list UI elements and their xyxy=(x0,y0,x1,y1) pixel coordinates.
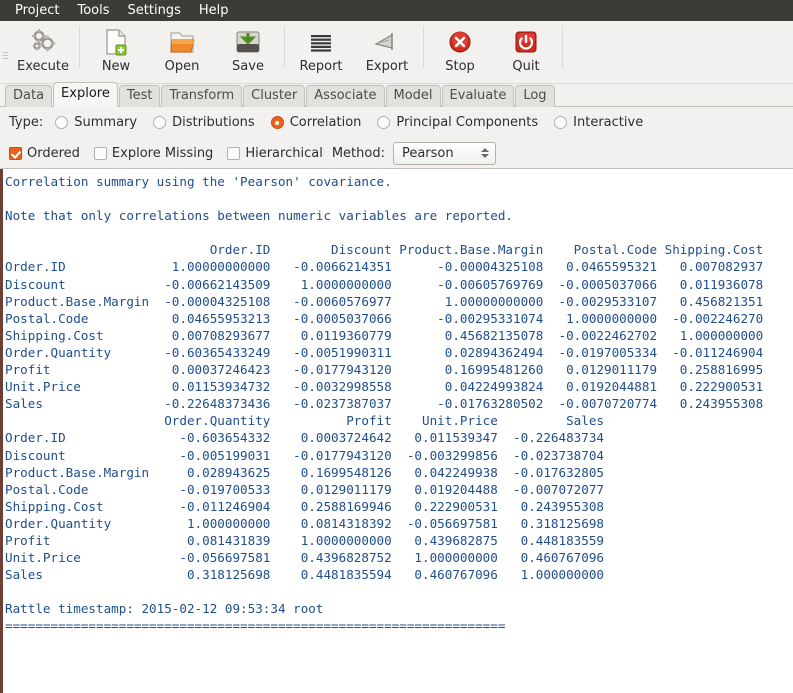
radio-interactive-label: Interactive xyxy=(573,115,644,130)
method-label: Method: xyxy=(331,145,385,161)
radio-interactive-indicator xyxy=(554,116,568,129)
tab-evaluate[interactable]: Evaluate xyxy=(441,85,515,107)
tab-log[interactable]: Log xyxy=(515,85,555,107)
spinner-icon xyxy=(479,148,491,158)
stop-button[interactable]: Stop xyxy=(427,21,493,81)
toolbar-separator-2 xyxy=(284,26,285,68)
toolbar-grip[interactable] xyxy=(0,21,10,83)
checkbox-explore-missing-label: Explore Missing xyxy=(111,145,214,161)
checkbox-ordered[interactable]: Ordered xyxy=(9,146,80,161)
new-document-icon xyxy=(100,27,132,57)
execute-label: Execute xyxy=(17,59,69,74)
quit-button[interactable]: Quit xyxy=(493,21,559,81)
export-button[interactable]: Export xyxy=(354,21,420,81)
gears-icon xyxy=(27,27,59,57)
method-select-value: Pearson xyxy=(401,145,454,161)
radio-summary[interactable]: Summary xyxy=(55,115,137,130)
report-lines-icon xyxy=(305,27,337,57)
method-row: Ordered Explore Missing Hierarchical Met… xyxy=(0,138,793,168)
menu-tools[interactable]: Tools xyxy=(68,1,118,20)
toolbar-separator-4 xyxy=(562,26,563,68)
open-button[interactable]: Open xyxy=(149,21,215,81)
menu-settings[interactable]: Settings xyxy=(119,1,190,20)
radio-distributions-label: Distributions xyxy=(172,115,255,130)
radio-correlation-label: Correlation xyxy=(289,115,362,130)
save-label: Save xyxy=(232,59,264,74)
radio-principal-components-indicator xyxy=(377,116,391,129)
toolbar-separator-3 xyxy=(423,26,424,68)
checkbox-hierarchical[interactable]: Hierarchical xyxy=(227,145,323,161)
tab-associate[interactable]: Associate xyxy=(306,85,385,107)
menu-project[interactable]: Project xyxy=(6,1,68,20)
open-folder-icon xyxy=(166,27,198,57)
correlation-output-text: Correlation summary using the 'Pearson' … xyxy=(5,174,764,634)
export-arrow-icon xyxy=(371,27,403,57)
checkbox-ordered-indicator xyxy=(9,146,22,160)
stop-x-icon xyxy=(444,27,476,57)
toolbar: Execute New Open Save Report Export Stop… xyxy=(0,21,793,84)
quit-label: Quit xyxy=(512,59,540,74)
menubar: Project Tools Settings Help xyxy=(0,0,793,21)
save-button[interactable]: Save xyxy=(215,21,281,81)
tab-transform[interactable]: Transform xyxy=(161,85,243,107)
radio-correlation-indicator xyxy=(270,116,284,129)
save-disk-icon xyxy=(232,27,264,57)
stop-label: Stop xyxy=(445,59,475,74)
radio-distributions[interactable]: Distributions xyxy=(153,115,255,130)
radio-correlation[interactable]: Correlation xyxy=(270,115,362,130)
new-label: New xyxy=(101,59,131,74)
tabstrip: Data Explore Test Transform Cluster Asso… xyxy=(0,82,793,107)
checkbox-hierarchical-label: Hierarchical xyxy=(245,145,323,161)
output-panel[interactable]: Correlation summary using the 'Pearson' … xyxy=(0,168,793,693)
method-select[interactable]: Pearson xyxy=(392,141,496,165)
rattle-main-window: Project Tools Settings Help Execute New … xyxy=(0,0,793,693)
open-label: Open xyxy=(164,59,200,74)
checkbox-ordered-label: Ordered xyxy=(27,145,80,161)
execute-button[interactable]: Execute xyxy=(10,21,76,81)
radio-interactive[interactable]: Interactive xyxy=(554,115,643,130)
tab-test[interactable]: Test xyxy=(118,85,161,107)
report-label: Report xyxy=(299,59,343,74)
type-label: Type: xyxy=(9,115,44,130)
power-quit-icon xyxy=(510,27,542,57)
radio-summary-label: Summary xyxy=(74,115,138,130)
checkbox-hierarchical-indicator xyxy=(227,146,241,160)
tab-explore[interactable]: Explore xyxy=(53,82,118,107)
tab-cluster[interactable]: Cluster xyxy=(243,85,306,107)
new-button[interactable]: New xyxy=(83,21,149,81)
checkbox-explore-missing-indicator xyxy=(93,146,107,160)
tab-data[interactable]: Data xyxy=(5,85,53,107)
checkbox-explore-missing[interactable]: Explore Missing xyxy=(93,145,214,161)
toolbar-separator xyxy=(79,26,80,68)
type-row: Type: Summary Distributions Correlation … xyxy=(0,107,793,138)
radio-principal-components[interactable]: Principal Components xyxy=(377,115,538,130)
menu-help[interactable]: Help xyxy=(190,1,238,20)
export-label: Export xyxy=(365,59,409,74)
radio-distributions-indicator xyxy=(153,116,167,129)
tab-model[interactable]: Model xyxy=(385,85,441,107)
report-button[interactable]: Report xyxy=(288,21,354,81)
radio-summary-indicator xyxy=(55,116,69,129)
radio-principal-components-label: Principal Components xyxy=(396,115,539,130)
